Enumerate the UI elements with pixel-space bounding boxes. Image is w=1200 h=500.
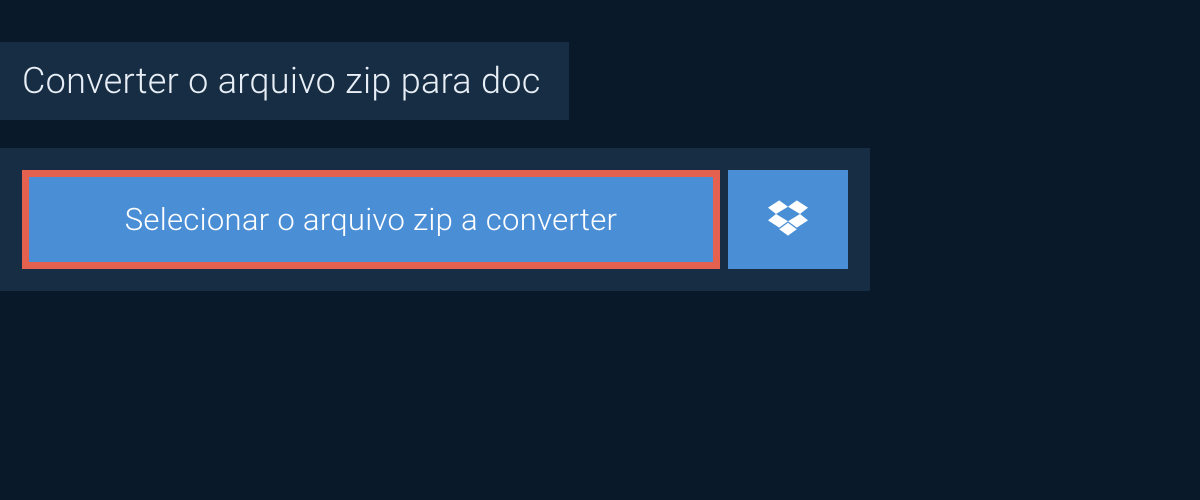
main-container: Converter o arquivo zip para doc Selecio… bbox=[0, 0, 1200, 291]
dropbox-icon bbox=[768, 200, 808, 240]
dropbox-button[interactable] bbox=[728, 170, 848, 269]
select-file-button[interactable]: Selecionar o arquivo zip a converter bbox=[29, 177, 713, 262]
select-file-button-highlight: Selecionar o arquivo zip a converter bbox=[22, 170, 720, 269]
select-file-label: Selecionar o arquivo zip a converter bbox=[125, 201, 618, 238]
page-title: Converter o arquivo zip para doc bbox=[22, 60, 541, 102]
action-panel: Selecionar o arquivo zip a converter bbox=[0, 148, 870, 291]
header-bar: Converter o arquivo zip para doc bbox=[0, 42, 569, 120]
